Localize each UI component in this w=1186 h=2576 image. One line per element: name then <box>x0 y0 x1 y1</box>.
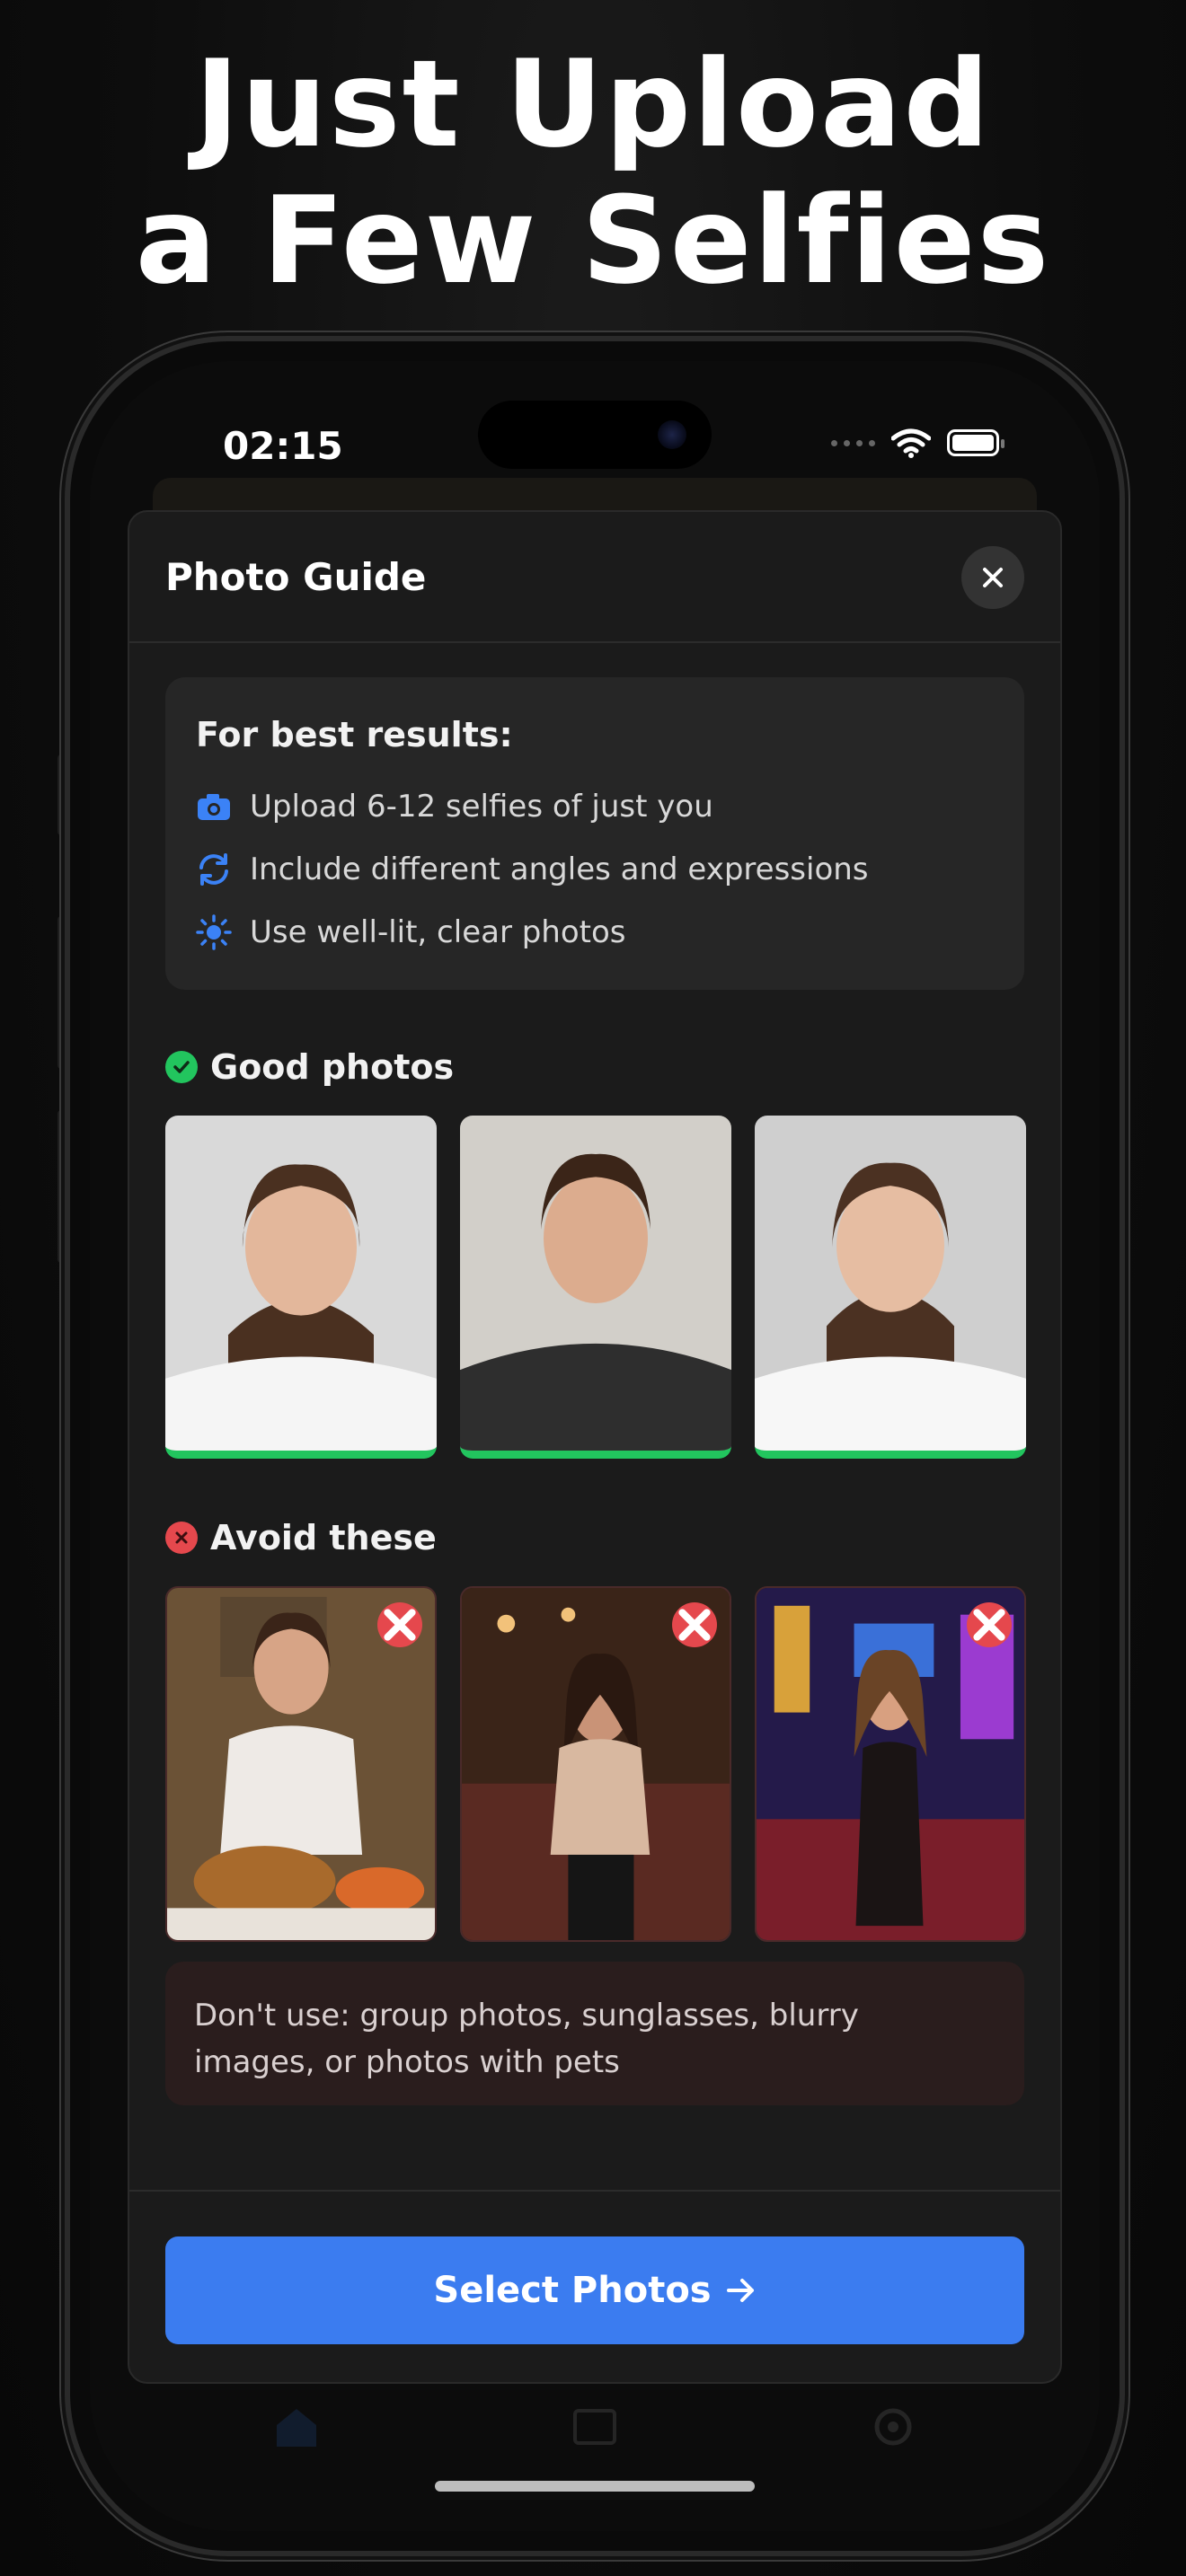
headline-line-1: Just Upload <box>194 34 992 174</box>
background-tab-bar <box>90 2389 1100 2524</box>
avoid-photo-thumbnail <box>165 1586 437 1942</box>
avoid-photo-thumbnail <box>460 1586 731 1942</box>
select-photos-button[interactable]: Select Photos <box>165 2236 1024 2344</box>
good-photo-thumbnail <box>755 1116 1026 1459</box>
home-indicator[interactable] <box>435 2481 755 2492</box>
modal-title: Photo Guide <box>165 555 427 599</box>
gallery-tab-icon <box>573 2409 616 2445</box>
good-photos-heading: Good photos <box>165 1047 454 1087</box>
x-circle-icon <box>165 1522 198 1554</box>
phone-volume-down <box>58 1110 66 1263</box>
avoid-x-icon <box>377 1602 422 1647</box>
good-photo-thumbnail <box>460 1116 731 1459</box>
tip-text: Upload 6-12 selfies of just you <box>250 789 713 825</box>
wifi-icon <box>891 428 931 458</box>
settings-tab-icon <box>874 2408 912 2446</box>
phone-power-button <box>1120 970 1128 1204</box>
tip-item: Include different angles and expressions <box>196 851 869 887</box>
tip-text: Include different angles and expressions <box>250 851 869 887</box>
warning-text: Don't use: group photos, sunglasses, blu… <box>194 1998 859 2080</box>
select-photos-label: Select Photos <box>433 2270 712 2311</box>
front-camera-icon <box>658 420 686 449</box>
check-circle-icon <box>165 1051 198 1083</box>
warning-box: Don't use: group photos, sunglasses, blu… <box>165 1962 1024 2105</box>
photo-guide-modal: Photo Guide For best results: Upload 6-1… <box>128 510 1062 2384</box>
close-button[interactable] <box>961 546 1024 609</box>
headline-line-2: a Few Selfies <box>135 171 1051 311</box>
sun-icon <box>196 914 232 950</box>
good-photo-thumbnail <box>165 1116 437 1459</box>
good-photos-title: Good photos <box>210 1047 455 1087</box>
modal-header: Photo Guide <box>129 512 1060 643</box>
phone-action-button <box>58 754 66 835</box>
home-tab-icon <box>277 2409 316 2447</box>
tips-title: For best results: <box>196 715 513 754</box>
phone-screen: 02:15 Photo Guide For best results: Uplo… <box>90 361 1100 2531</box>
phone-volume-up <box>58 916 66 1069</box>
status-time: 02:15 <box>223 424 343 468</box>
avoid-photos-heading: Avoid these <box>165 1518 437 1557</box>
marketing-headline: Just Upload a Few Selfies <box>0 36 1186 309</box>
tip-item: Use well-lit, clear photos <box>196 914 626 950</box>
avoid-photos-title: Avoid these <box>210 1518 437 1557</box>
phone-frame: 02:15 Photo Guide For best results: Uplo… <box>70 341 1120 2551</box>
avoid-x-icon <box>967 1602 1012 1647</box>
avoid-x-icon <box>672 1602 717 1647</box>
refresh-icon <box>199 853 228 886</box>
tip-item: Upload 6-12 selfies of just you <box>196 789 713 825</box>
tips-card: For best results: Upload 6-12 selfies of… <box>165 677 1024 990</box>
close-icon <box>983 568 1003 587</box>
tip-text: Use well-lit, clear photos <box>250 914 626 950</box>
signal-icon <box>831 439 875 446</box>
battery-icon <box>947 429 1005 456</box>
footer-divider <box>129 2190 1060 2192</box>
status-icons <box>831 428 1005 458</box>
dynamic-island <box>478 401 712 469</box>
arrow-right-icon <box>726 2279 754 2302</box>
avoid-photo-thumbnail <box>755 1586 1026 1942</box>
camera-icon <box>198 794 230 820</box>
